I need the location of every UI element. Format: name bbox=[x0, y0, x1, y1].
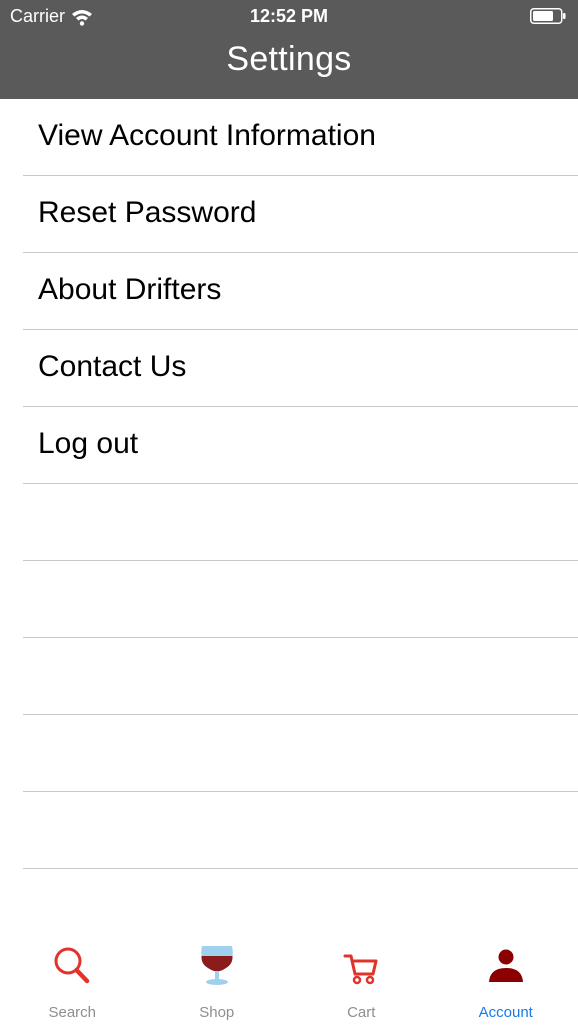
search-icon bbox=[50, 944, 94, 988]
battery-icon bbox=[530, 8, 566, 24]
empty-row bbox=[0, 484, 578, 561]
tab-label: Cart bbox=[347, 1004, 376, 1021]
menu-item-label: Contact Us bbox=[38, 350, 187, 383]
menu-item-label: View Account Information bbox=[38, 119, 376, 152]
tab-cart[interactable]: Cart bbox=[289, 938, 434, 1028]
tab-shop[interactable]: Shop bbox=[145, 938, 290, 1028]
menu-item-reset-password[interactable]: Reset Password bbox=[0, 176, 578, 253]
tab-label: Shop bbox=[199, 1004, 235, 1021]
menu-item-contact-us[interactable]: Contact Us bbox=[0, 330, 578, 407]
cart-icon bbox=[339, 944, 383, 988]
tab-search[interactable]: Search bbox=[0, 938, 145, 1028]
settings-screen: Carrier 12:52 PM Settings View Account I… bbox=[0, 0, 578, 1028]
wine-glass-icon bbox=[195, 944, 239, 988]
settings-list: View Account Information Reset Password … bbox=[0, 99, 578, 869]
menu-item-label: About Drifters bbox=[38, 273, 222, 306]
header: Carrier 12:52 PM Settings bbox=[0, 0, 578, 99]
status-bar: Carrier 12:52 PM bbox=[0, 0, 578, 32]
tab-label: Search bbox=[48, 1004, 97, 1021]
menu-item-view-account-information[interactable]: View Account Information bbox=[0, 99, 578, 176]
tab-bar: Search Shop Cart Account bbox=[0, 938, 578, 1028]
menu-item-log-out[interactable]: Log out bbox=[0, 407, 578, 484]
empty-row bbox=[0, 715, 578, 792]
person-icon bbox=[484, 944, 528, 988]
empty-row bbox=[0, 792, 578, 869]
menu-item-label: Reset Password bbox=[38, 196, 257, 229]
menu-item-about-drifters[interactable]: About Drifters bbox=[0, 253, 578, 330]
empty-row bbox=[0, 638, 578, 715]
menu-item-label: Log out bbox=[38, 427, 139, 460]
tab-label: Account bbox=[478, 1004, 533, 1021]
status-time: 12:52 PM bbox=[249, 6, 329, 26]
page-title: Settings bbox=[226, 40, 352, 78]
empty-row bbox=[0, 561, 578, 638]
tab-account[interactable]: Account bbox=[434, 938, 578, 1028]
